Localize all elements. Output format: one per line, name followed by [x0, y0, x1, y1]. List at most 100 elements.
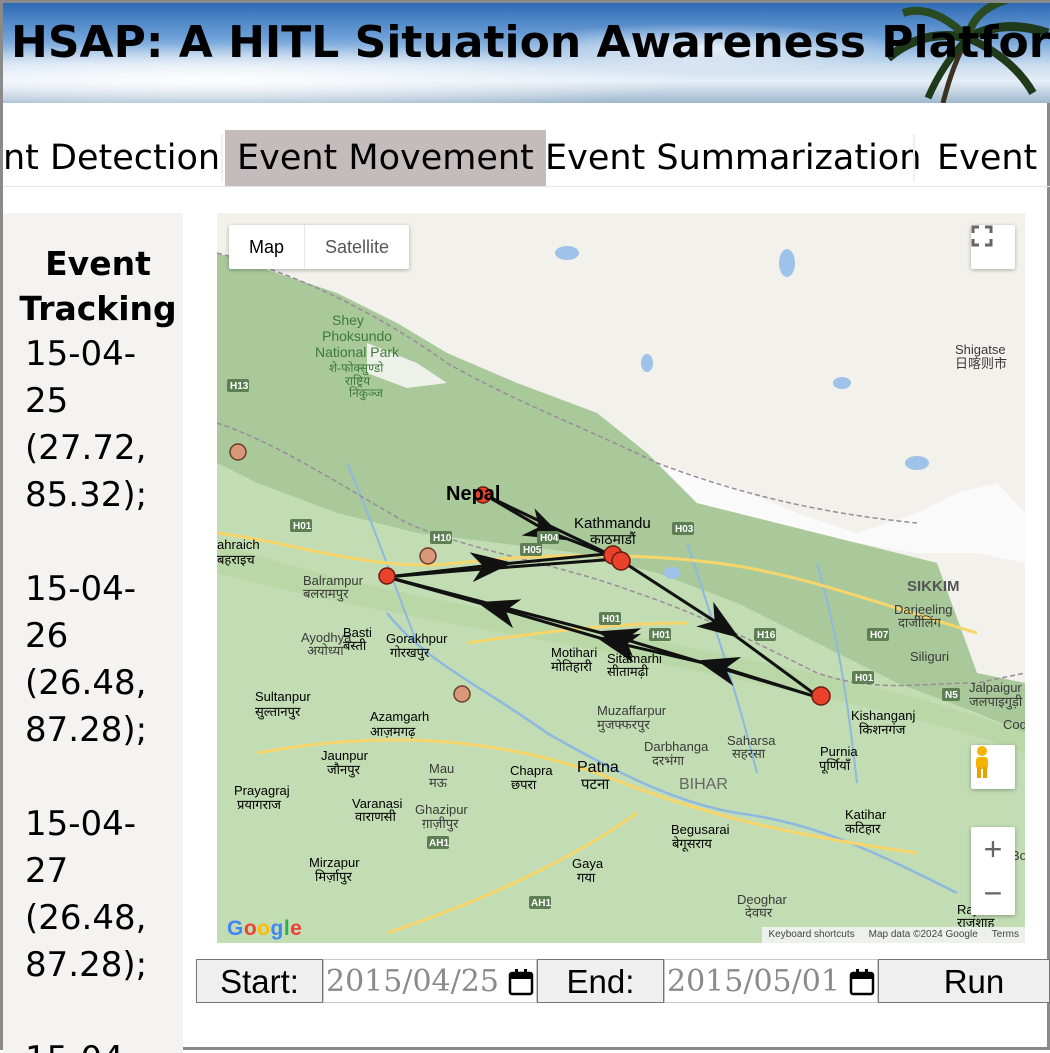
zoom-control: + −: [971, 827, 1015, 915]
road-label: N5: [945, 690, 958, 701]
calendar-icon[interactable]: [508, 968, 534, 996]
map-label: Prayagraj: [234, 783, 290, 798]
map-label: Katihar: [845, 807, 887, 822]
keyboard-shortcuts-link[interactable]: Keyboard shortcuts: [768, 927, 854, 943]
map-type-satellite-button[interactable]: Satellite: [305, 225, 409, 269]
road-label: H07: [870, 630, 889, 641]
end-date-input[interactable]: 2015/05/01: [664, 959, 878, 1003]
map-data-text: Map data ©2024 Google: [868, 929, 978, 940]
end-label-button[interactable]: End:: [537, 959, 664, 1003]
road-label: H03: [675, 524, 694, 535]
event-marker[interactable]: [611, 551, 631, 571]
zoom-in-button[interactable]: +: [971, 827, 1015, 871]
map-label: Gorakhpur: [386, 631, 448, 646]
header-banner: HSAP: A HITL Situation Awareness Platfor…: [3, 3, 1050, 103]
map-label: जलपाइगुड़ी: [969, 694, 1023, 710]
fullscreen-icon: [971, 225, 993, 247]
map-label: मिर्ज़ापुर: [315, 869, 353, 885]
start-date-input[interactable]: 2015/04/25: [323, 959, 537, 1003]
event-marker[interactable]: [378, 567, 396, 585]
map-label: पूर्णियाँ: [819, 758, 851, 774]
start-label-button[interactable]: Start:: [196, 959, 323, 1003]
map-label: Siliguri: [910, 649, 949, 664]
map-label: BIHAR: [679, 776, 728, 793]
map-label: किशनगंज: [859, 722, 906, 737]
street-view-pegman[interactable]: [971, 745, 1015, 789]
road-label: H01: [293, 521, 312, 532]
map-label: Mau: [429, 761, 454, 776]
map-label: गया: [577, 870, 596, 885]
map-label: Kishanganj: [851, 708, 915, 723]
pegman-icon: [976, 746, 988, 778]
terms-link[interactable]: Terms: [992, 927, 1019, 943]
date-controls: Start: 2015/04/25 End: 2015/05/01 Run: [196, 959, 1050, 1005]
map-canvas: H13 H01 H10 H04 H05 H03 H01 H01 H16 H07 …: [217, 213, 1025, 943]
tab-bar: nt Detection Event Movement Event Summar…: [3, 130, 1050, 187]
map-label: Sultanpur: [255, 689, 311, 704]
tracking-entry: 15-04-25 (27.72, 85.32);: [25, 334, 148, 515]
tracking-list: 15-04-25 (27.72, 85.32); 15-04-26 (26.48…: [3, 331, 183, 1053]
tracking-entry: 15-04-27 (26.48, 87.28);: [25, 804, 148, 985]
map-label: SIKKIM: [907, 578, 960, 595]
map-label: Patna: [577, 759, 619, 776]
event-marker[interactable]: [419, 547, 437, 565]
event-tracking-heading: Event Tracking: [19, 244, 177, 328]
map-label: Cod: [1003, 717, 1025, 732]
road-label: H16: [757, 630, 776, 641]
road-label: H01: [855, 673, 874, 684]
tab-event-summarization[interactable]: Event Summarization: [545, 130, 921, 186]
tab-event-movement[interactable]: Event Movement: [225, 130, 546, 186]
map-label: Kathmandu: [574, 515, 651, 532]
end-date-value: 2015/05/01: [667, 964, 840, 999]
map-type-control: Map Satellite: [229, 225, 410, 269]
map-type-map-button[interactable]: Map: [229, 225, 306, 269]
map-label: वाराणसी: [355, 809, 396, 824]
tracking-entry: 15-04-26 (26.48, 87.28);: [25, 569, 148, 750]
tracking-entry: 15-04-: [25, 1036, 165, 1053]
event-movement-map[interactable]: H13 H01 H10 H04 H05 H03 H01 H01 H16 H07 …: [217, 213, 1025, 943]
map-label: Ghazipur: [415, 802, 468, 817]
map-label: Nepal: [446, 483, 500, 505]
map-label: Begusarai: [671, 822, 730, 837]
map-label: अयोध्या: [307, 643, 344, 658]
map-label: Shey: [332, 312, 364, 328]
lake: [641, 354, 653, 372]
road-label: AH1: [531, 898, 551, 909]
lake: [833, 377, 851, 389]
event-marker[interactable]: [811, 686, 831, 706]
map-label: आज़मगढ़: [370, 724, 416, 739]
map-label: Phoksundo: [322, 328, 392, 344]
event-marker[interactable]: [453, 685, 471, 703]
run-button[interactable]: Run: [878, 959, 1050, 1003]
map-label: Darbhanga: [644, 739, 709, 754]
map-label: सहरसा: [732, 746, 766, 761]
map-label: 日喀则市: [955, 356, 1007, 371]
map-label: निकुञ्ज: [349, 386, 384, 401]
map-label: बेगूसराय: [672, 836, 712, 852]
road-label: H05: [523, 545, 542, 556]
lake: [664, 567, 680, 579]
road-label: H04: [540, 533, 559, 544]
map-label: Chapra: [510, 763, 553, 778]
road-label: H01: [602, 614, 621, 625]
map-label: Gaya: [572, 856, 604, 871]
tab-event-e[interactable]: Event E: [937, 130, 1050, 186]
map-label: Azamgarh: [370, 709, 429, 724]
lake: [555, 246, 579, 260]
road-label: AH1: [429, 838, 449, 849]
map-label: Muzaffarpur: [597, 703, 667, 718]
event-marker[interactable]: [229, 443, 247, 461]
map-label: National Park: [315, 344, 400, 360]
map-label: पटना: [581, 776, 610, 793]
calendar-icon[interactable]: [849, 968, 875, 996]
map-label: कटिहार: [845, 821, 881, 836]
google-logo: Google: [227, 917, 303, 940]
map-label: सुल्तानपुर: [255, 704, 301, 720]
road-label: H10: [433, 533, 452, 544]
event-tracking-panel: Event Tracking 15-04-25 (27.72, 85.32); …: [3, 213, 183, 1053]
tab-event-detection[interactable]: nt Detection: [3, 130, 220, 186]
lake: [905, 456, 929, 470]
zoom-out-button[interactable]: −: [971, 871, 1015, 915]
fullscreen-button[interactable]: [971, 225, 1015, 269]
map-label: जौनपुर: [327, 762, 361, 778]
